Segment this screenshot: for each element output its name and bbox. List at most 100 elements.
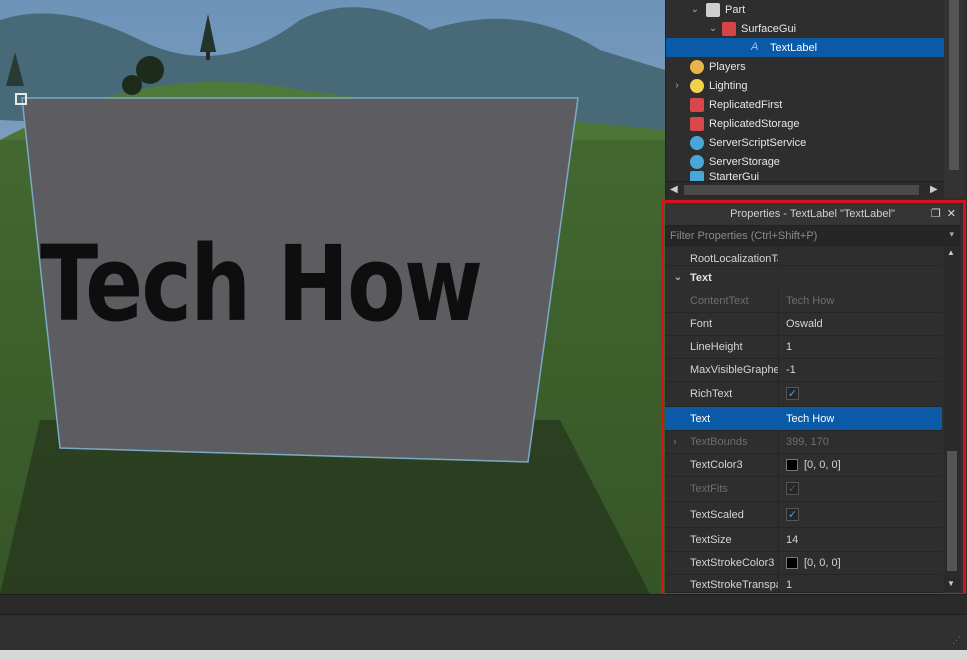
- scroll-down-icon[interactable]: ▼: [947, 579, 955, 588]
- color-swatch[interactable]: [786, 556, 798, 569]
- color-swatch[interactable]: [786, 458, 798, 471]
- property-row[interactable]: TextColor3 [0, 0, 0]: [665, 453, 942, 477]
- properties-title: Properties - TextLabel "TextLabel": [730, 208, 895, 220]
- lighting-icon: [690, 78, 704, 93]
- tree-item-replicatedfirst[interactable]: ReplicatedFirst: [666, 95, 944, 114]
- property-value[interactable]: Oswald: [779, 312, 823, 335]
- property-name: MaxVisibleGraphemes: [665, 358, 779, 381]
- part-icon: [706, 2, 720, 17]
- window-bottom-edge: [0, 650, 967, 660]
- property-row[interactable]: TextStrokeTranspar... 1: [665, 574, 942, 593]
- property-row-selected[interactable]: Text Tech How: [665, 407, 942, 431]
- viewport-3d[interactable]: Tech How: [0, 0, 665, 594]
- chevron-right-icon[interactable]: ›: [673, 436, 677, 448]
- tree-item-label: ReplicatedStorage: [709, 117, 800, 130]
- property-name: LineHeight: [665, 335, 779, 358]
- property-name: TextFits: [665, 476, 779, 501]
- textfits-checkbox: ✓: [786, 482, 799, 495]
- scroll-thumb[interactable]: [684, 185, 919, 195]
- richtext-checkbox[interactable]: ✓: [786, 387, 799, 400]
- property-row[interactable]: TextFits ✓: [665, 476, 942, 502]
- section-label: Text: [690, 271, 712, 284]
- tree-item-label: TextLabel: [770, 41, 818, 54]
- tree-item-players[interactable]: Players: [666, 57, 944, 76]
- tree-item-textlabel[interactable]: A TextLabel: [666, 38, 944, 57]
- filter-properties-input[interactable]: Filter Properties (Ctrl+Shift+P) ▾: [665, 226, 960, 246]
- properties-vscrollbar[interactable]: ▲ ▼: [944, 246, 960, 592]
- scroll-thumb[interactable]: [947, 451, 957, 571]
- tree-item-label: Lighting: [709, 79, 748, 92]
- tree-item-lighting[interactable]: › Lighting: [666, 76, 944, 95]
- close-icon[interactable]: ✕: [947, 207, 956, 220]
- tree-item-part[interactable]: ⌄ Part: [666, 0, 944, 19]
- property-name-cell: › TextBounds: [665, 430, 779, 453]
- tree-item-replicatedstorage[interactable]: ReplicatedStorage: [666, 114, 944, 133]
- chevron-right-icon[interactable]: ›: [672, 80, 682, 91]
- chevron-down-icon[interactable]: ⌄: [708, 23, 718, 34]
- startergui-icon: [690, 171, 704, 181]
- surfacegui-icon: [722, 21, 736, 36]
- property-value[interactable]: [0, 0, 0]: [804, 459, 841, 471]
- property-value[interactable]: 14: [779, 528, 798, 551]
- tree-item-serverscriptservice[interactable]: ServerScriptService: [666, 133, 944, 152]
- tree-item-surfacegui[interactable]: ⌄ SurfaceGui: [666, 19, 944, 38]
- explorer-hscrollbar[interactable]: ◀ ▶: [666, 181, 944, 199]
- property-name: Font: [665, 312, 779, 335]
- property-value[interactable]: 1: [779, 335, 792, 358]
- chevron-down-icon[interactable]: ▾: [949, 229, 954, 240]
- property-name: TextBounds: [690, 435, 748, 448]
- chevron-down-icon[interactable]: ⌄: [673, 272, 683, 283]
- scroll-right-icon[interactable]: ▶: [930, 184, 938, 195]
- replicatedstorage-icon: [690, 116, 704, 131]
- property-row[interactable]: TextSize 14: [665, 528, 942, 552]
- sign-text: Tech How: [40, 223, 483, 345]
- property-value[interactable]: [0, 0, 0]: [804, 557, 841, 569]
- property-name: ContentText: [665, 289, 779, 312]
- scroll-left-icon[interactable]: ◀: [670, 184, 678, 195]
- property-name: RichText: [665, 381, 779, 406]
- textscaled-checkbox[interactable]: ✓: [786, 508, 799, 521]
- property-name: TextSize: [665, 528, 779, 551]
- property-row[interactable]: RootLocalizationTa...: [665, 246, 942, 266]
- resize-grip-icon[interactable]: ⋰: [952, 635, 961, 646]
- scroll-thumb[interactable]: [949, 0, 959, 170]
- property-value: Tech How: [786, 294, 835, 307]
- property-name: RootLocalizationTa...: [665, 246, 779, 265]
- property-name: TextColor3: [665, 453, 779, 476]
- replicatedfirst-icon: [690, 97, 704, 112]
- property-row[interactable]: RichText ✓: [665, 381, 942, 407]
- command-bar[interactable]: [0, 614, 967, 651]
- property-name: TextScaled: [665, 502, 779, 527]
- property-name: Text: [665, 407, 779, 430]
- property-name: TextStrokeTranspar...: [665, 574, 779, 592]
- property-value[interactable]: Tech How: [779, 407, 834, 430]
- explorer-vscrollbar[interactable]: [944, 0, 964, 198]
- properties-panel: Properties - TextLabel "TextLabel" ❐ ✕ F…: [665, 203, 960, 593]
- property-row[interactable]: ContentText Tech How: [665, 289, 942, 313]
- property-value[interactable]: 1: [779, 574, 792, 592]
- property-value[interactable]: -1: [779, 358, 796, 381]
- tree-item-label: SurfaceGui: [741, 22, 797, 35]
- serverstorage-icon: [690, 154, 704, 169]
- property-row[interactable]: MaxVisibleGraphemes -1: [665, 358, 942, 382]
- restore-icon[interactable]: ❐: [931, 207, 941, 220]
- section-header-text[interactable]: ⌄ Text: [665, 266, 942, 289]
- tree-item-label: Part: [725, 3, 746, 16]
- property-row[interactable]: Font Oswald: [665, 312, 942, 336]
- tree-item-startergui[interactable]: StarterGui: [666, 171, 944, 181]
- property-row[interactable]: TextScaled ✓: [665, 502, 942, 528]
- properties-title-bar: Properties - TextLabel "TextLabel" ❐ ✕: [665, 203, 960, 226]
- tree-item-label: ServerScriptService: [709, 136, 807, 149]
- property-row[interactable]: › TextBounds 399, 170: [665, 430, 942, 454]
- property-row[interactable]: LineHeight 1: [665, 335, 942, 359]
- filter-placeholder: Filter Properties (Ctrl+Shift+P): [670, 229, 818, 242]
- scroll-up-icon[interactable]: ▲: [947, 248, 955, 257]
- explorer-panel: ⌄ Part ⌄ SurfaceGui A TextLabel Players …: [665, 0, 967, 199]
- property-value: 399, 170: [786, 435, 829, 448]
- tree-item-serverstorage[interactable]: ServerStorage: [666, 152, 944, 171]
- property-name: TextStrokeColor3: [665, 551, 779, 574]
- chevron-down-icon[interactable]: ⌄: [690, 4, 700, 15]
- property-row[interactable]: TextStrokeColor3 [0, 0, 0]: [665, 551, 942, 575]
- textlabel-icon: A: [751, 40, 759, 53]
- tree-item-label: ReplicatedFirst: [709, 98, 783, 111]
